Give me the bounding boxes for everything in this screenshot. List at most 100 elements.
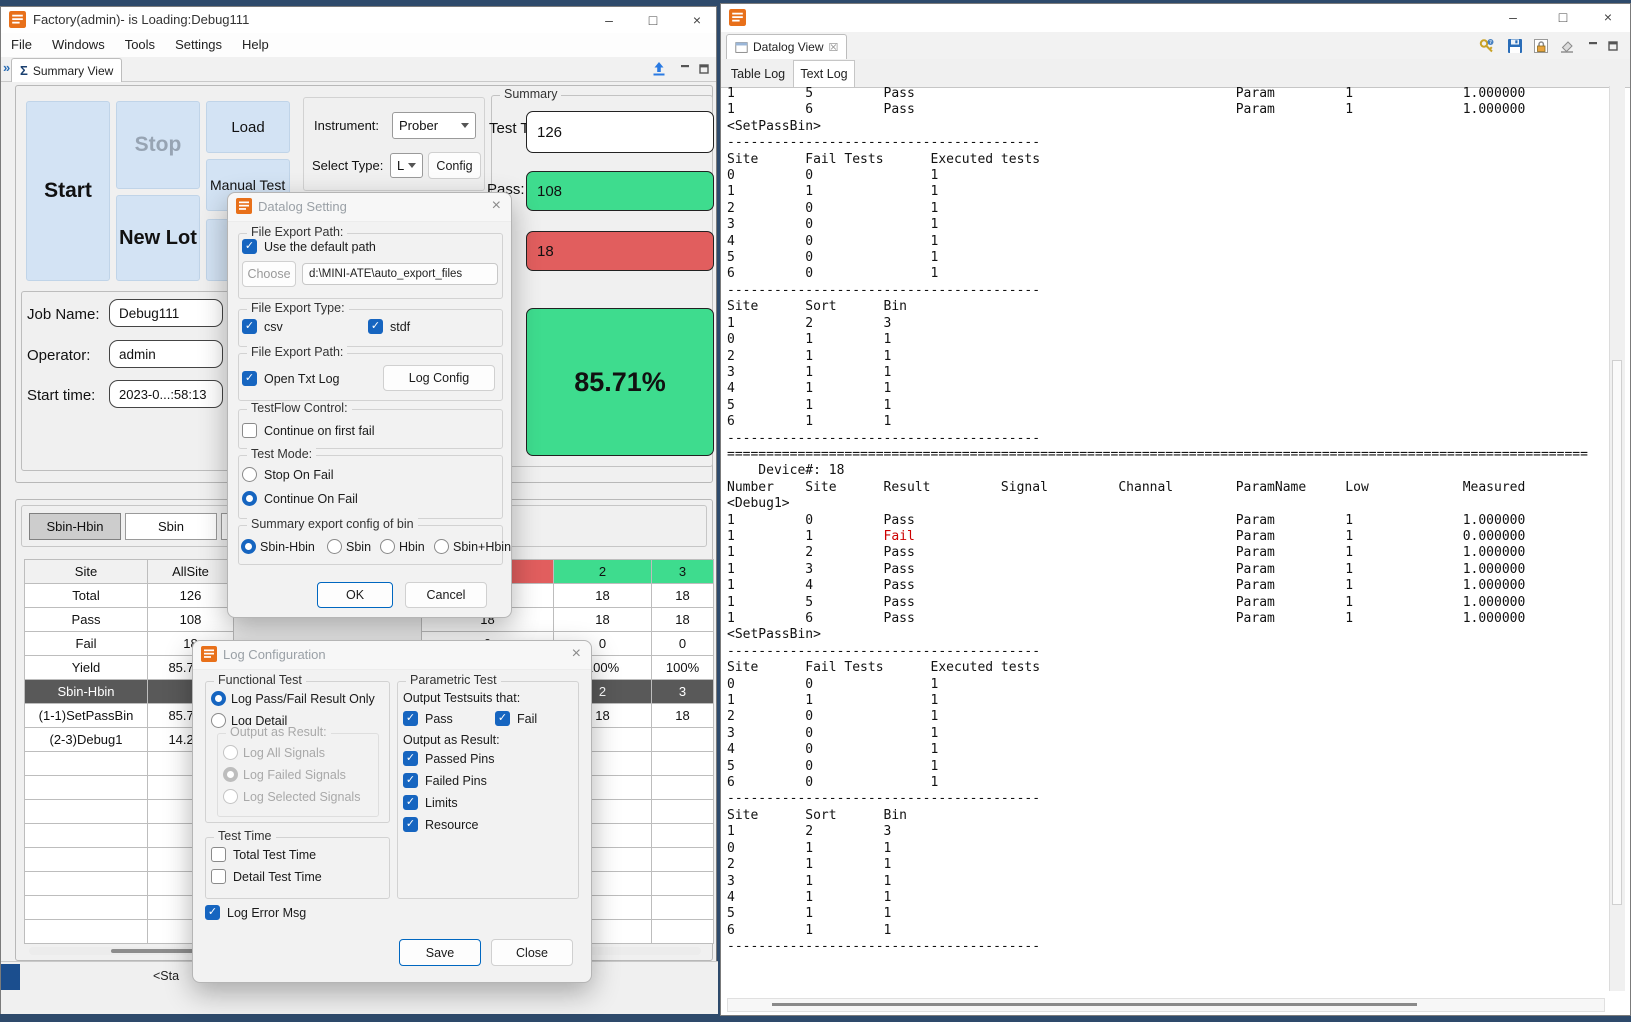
open-txt-log-checkbox[interactable]: ✓Open Txt Log xyxy=(242,371,340,386)
stop-on-fail-radio[interactable]: Stop On Fail xyxy=(242,467,333,482)
maximize-panel-icon[interactable] xyxy=(698,63,710,75)
failed-pins-checkbox[interactable]: ✓Failed Pins xyxy=(403,773,487,788)
start-button[interactable]: Start xyxy=(26,101,110,281)
instrument-label: Instrument: xyxy=(314,118,379,133)
pass-checkbox[interactable]: ✓Pass xyxy=(403,711,453,726)
table-cell: Yield xyxy=(24,655,148,680)
job-name-field[interactable]: Debug111 xyxy=(109,299,223,327)
menu-tools[interactable]: Tools xyxy=(115,33,165,57)
operator-field[interactable]: admin xyxy=(109,340,223,368)
maximize-button[interactable]: □ xyxy=(1548,6,1578,28)
log-error-msg-checkbox[interactable]: ✓Log Error Msg xyxy=(205,905,306,920)
table-cell xyxy=(651,871,714,896)
log-hscroll-thumb[interactable] xyxy=(772,1003,1417,1006)
ok-button[interactable]: OK xyxy=(317,582,393,608)
left-title-bar[interactable]: Factory(admin)- is Loading:Debug111 – □ … xyxy=(1,7,716,33)
minimize-button[interactable]: – xyxy=(594,9,624,31)
group-label: File Export Type: xyxy=(247,301,349,315)
vscroll-thumb[interactable] xyxy=(1612,360,1622,905)
resource-checkbox[interactable]: ✓Resource xyxy=(403,817,479,832)
text-log-content[interactable]: 1 5 Pass Param 1 1.000000 1 6 Pass Param… xyxy=(727,86,1588,956)
test-total-field[interactable]: 126 xyxy=(526,111,714,153)
limits-checkbox[interactable]: ✓Limits xyxy=(403,795,458,810)
maximize-view-icon[interactable] xyxy=(1607,40,1619,52)
datalog-setting-title-bar[interactable]: Datalog Setting × xyxy=(228,193,511,222)
stdf-checkbox[interactable]: ✓stdf xyxy=(368,319,410,334)
tab-datalog-view[interactable]: Datalog View ☒ xyxy=(726,34,847,59)
csv-checkbox[interactable]: ✓csv xyxy=(242,319,283,334)
key-search-icon[interactable]: ? xyxy=(1479,38,1495,54)
tab-summary-view-label: Summary View xyxy=(33,64,113,78)
menu-file[interactable]: File xyxy=(1,33,42,57)
vscrollbar[interactable] xyxy=(1609,86,1625,991)
load-button[interactable]: Load xyxy=(206,101,290,153)
log-passfail-radio[interactable]: Log Pass/Fail Result Only xyxy=(211,691,375,706)
sbin-hbin-radio[interactable]: Sbin-Hbin xyxy=(241,539,315,554)
save-button[interactable]: Save xyxy=(399,939,481,966)
log-failed-signals-radio: Log Failed Signals xyxy=(223,767,346,782)
export-path-field[interactable]: d:\MINI-ATE\auto_export_files xyxy=(302,263,498,285)
right-title-bar[interactable]: – □ × xyxy=(721,4,1630,32)
save-icon[interactable] xyxy=(1507,38,1523,54)
eraser-icon[interactable] xyxy=(1559,38,1575,54)
log-config-button[interactable]: Log Config xyxy=(383,365,495,391)
test-mode-group: Test Mode: xyxy=(238,455,503,519)
minimize-button[interactable]: – xyxy=(1498,6,1528,28)
datalog-setting-dialog: Datalog Setting × File Export Path: ✓Use… xyxy=(227,192,512,618)
tab-close-icon[interactable]: ☒ xyxy=(829,41,839,54)
total-test-time-checkbox[interactable]: Total Test Time xyxy=(211,847,316,862)
bin-tab-sbin[interactable]: Sbin xyxy=(125,513,217,540)
menu-settings[interactable]: Settings xyxy=(165,33,232,57)
bin-tab-sbin-hbin[interactable]: Sbin-Hbin xyxy=(29,513,121,540)
continue-on-fail-radio[interactable]: Continue On Fail xyxy=(242,491,358,506)
table-cell xyxy=(651,799,714,824)
table-cell xyxy=(651,775,714,800)
choose-button[interactable]: Choose xyxy=(242,261,296,287)
close-button[interactable]: × xyxy=(682,9,712,31)
continue-first-fail-checkbox[interactable]: Continue on first fail xyxy=(242,423,374,438)
minimize-panel-icon[interactable] xyxy=(679,63,691,75)
passed-pins-checkbox[interactable]: ✓Passed Pins xyxy=(403,751,494,766)
column-header: 3 xyxy=(651,559,714,584)
minimize-view-icon[interactable] xyxy=(1587,40,1599,52)
fail-checkbox[interactable]: ✓Fail xyxy=(495,711,537,726)
start-time-field[interactable]: 2023-0...:58:13 xyxy=(109,380,223,408)
table-cell: 18 xyxy=(553,607,652,632)
dialog-close-icon[interactable]: × xyxy=(492,197,501,215)
log-config-title-bar[interactable]: Log Configuration × xyxy=(193,641,591,670)
table-cell xyxy=(24,919,148,944)
sbin-plus-hbin-radio[interactable]: Sbin+Hbin xyxy=(434,539,511,554)
maximize-button[interactable]: □ xyxy=(638,9,668,31)
export-upload-icon[interactable] xyxy=(651,61,667,77)
new-lot-button[interactable]: New Lot xyxy=(116,195,200,281)
stop-button[interactable]: Stop xyxy=(116,101,200,189)
dialog-close-icon[interactable]: × xyxy=(572,645,581,663)
detail-test-time-checkbox[interactable]: Detail Test Time xyxy=(211,869,322,884)
table-cell: 3 xyxy=(651,679,714,704)
table-cell: 18 xyxy=(651,583,714,608)
table-cell: (1-1)SetPassBin xyxy=(24,703,148,728)
log-all-signals-radio: Log All Signals xyxy=(223,745,325,760)
instrument-select[interactable]: Prober xyxy=(392,112,476,139)
cancel-button[interactable]: Cancel xyxy=(405,582,487,608)
tab-table-log[interactable]: Table Log xyxy=(725,61,791,87)
tab-text-log[interactable]: Text Log xyxy=(793,60,855,87)
config-button[interactable]: Config xyxy=(428,152,481,179)
menu-help[interactable]: Help xyxy=(232,33,279,57)
table-cell xyxy=(651,895,714,920)
perspective-chevron-icon[interactable]: » xyxy=(3,60,10,75)
sbin-radio[interactable]: Sbin xyxy=(327,539,371,554)
table-cell xyxy=(651,751,714,776)
tab-summary-view[interactable]: Σ Summary View xyxy=(11,58,122,82)
close-button[interactable]: × xyxy=(1593,6,1623,28)
use-default-path-checkbox[interactable]: ✓Use the default path xyxy=(242,239,376,254)
menu-windows[interactable]: Windows xyxy=(42,33,115,57)
hbin-radio[interactable]: Hbin xyxy=(380,539,425,554)
select-type-label: Select Type: xyxy=(312,158,383,173)
close-button[interactable]: Close xyxy=(491,939,573,966)
pass-field: 108 xyxy=(526,171,714,211)
group-label: Output as Result: xyxy=(226,725,331,739)
log-hscrollbar[interactable] xyxy=(727,998,1605,1012)
lock-icon[interactable] xyxy=(1533,38,1549,54)
select-type-select[interactable]: L xyxy=(390,153,423,178)
